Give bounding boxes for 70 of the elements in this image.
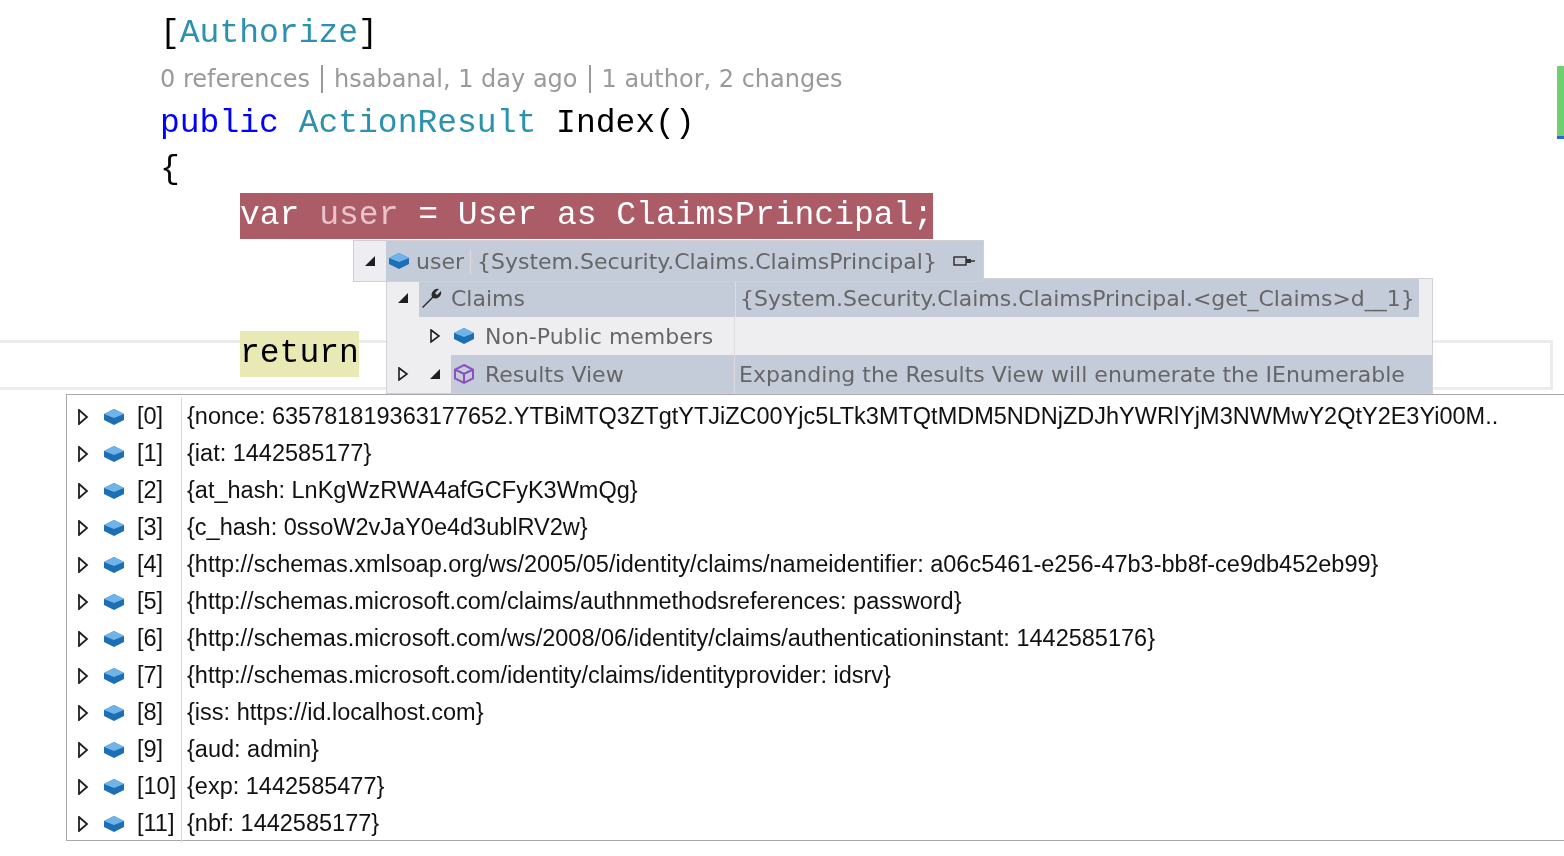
object-icon <box>103 555 125 574</box>
collapsed-arrow-icon[interactable] <box>77 704 89 721</box>
item-index: [7] <box>137 657 182 694</box>
item-value: {http://schemas.microsoft.com/ws/2008/06/identity/claims/authenticationinstant: 1442585176} <box>187 625 1155 652</box>
property-value: {System.Security.Claims.ClaimsPrincipal.<get_Claims>d__1} <box>739 285 1415 311</box>
expanded-arrow-icon[interactable] <box>429 367 441 381</box>
item-index: [5] <box>137 583 182 620</box>
item-value: {exp: 1442585477} <box>187 773 385 800</box>
item-index: [8] <box>137 694 182 731</box>
collapsed-arrow-icon[interactable] <box>77 667 89 684</box>
object-icon <box>103 814 125 833</box>
variable-value: {System.Security.Claims.ClaimsPrincipal} <box>470 248 937 274</box>
collapsed-arrow-icon[interactable] <box>77 778 89 795</box>
item-value: {iss: https://id.localhost.com} <box>187 699 484 726</box>
object-icon <box>103 703 125 722</box>
collapsed-arrow-icon[interactable] <box>77 815 89 832</box>
item-value: {nonce: 635781819363177652.YTBiMTQ3ZTgtYTJiZC00Yjc5LTk3MTQtMDM5NDNjZDJhYWRlYjM3NWMwY2QtY2E3Yi00M.. <box>187 403 1499 430</box>
collapsed-arrow-icon[interactable] <box>429 329 441 343</box>
code-line: [Authorize] <box>160 14 378 54</box>
item-value: {http://schemas.microsoft.com/claims/authnmethodsreferences: password} <box>187 588 962 615</box>
object-icon <box>103 481 125 500</box>
item-index: [3] <box>137 509 182 546</box>
pin-icon[interactable] <box>952 254 975 268</box>
member-name: Results View <box>485 361 624 387</box>
codelens-link[interactable]: 1 author, 2 changes <box>601 57 843 101</box>
collapsed-arrow-icon[interactable] <box>77 445 89 462</box>
item-value: {aud: admin} <box>187 736 319 763</box>
object-icon <box>103 740 125 759</box>
object-icon <box>103 518 125 537</box>
collapsed-arrow-icon[interactable] <box>397 367 409 381</box>
code-line: { <box>160 150 180 190</box>
item-value: {http://schemas.microsoft.com/identity/claims/identityprovider: idsrv} <box>187 662 891 689</box>
item-index: [9] <box>137 731 182 768</box>
object-icon <box>388 252 410 270</box>
item-value: {http://schemas.xmlsoap.org/ws/2005/05/identity/claims/nameidentifier: a06c5461-e256-47b3-bb8f-ce9db452eb99} <box>187 551 1379 578</box>
member-value: Expanding the Results View will enumerate the IEnumerable <box>738 361 1405 387</box>
expanded-arrow-icon[interactable] <box>397 292 409 304</box>
collapsed-arrow-icon[interactable] <box>77 408 89 425</box>
object-icon <box>103 592 125 611</box>
item-index: [2] <box>137 472 182 509</box>
item-value: {iat: 1442585177} <box>187 440 372 467</box>
collapsed-arrow-icon[interactable] <box>77 630 89 647</box>
item-value: {nbf: 1442585177} <box>187 810 380 837</box>
item-index: [1] <box>137 435 182 472</box>
object-icon <box>103 629 125 648</box>
collapsed-arrow-icon[interactable] <box>77 556 89 573</box>
item-index: [4] <box>137 546 182 583</box>
property-name: Claims <box>451 285 525 311</box>
codelens-link[interactable]: hsabanal, 1 day ago <box>334 57 578 101</box>
item-value: {c_hash: 0ssoW2vJaY0e4d3ublRV2w} <box>187 514 588 541</box>
object-icon <box>103 407 125 426</box>
variable-name: user <box>416 248 464 274</box>
item-index: [6] <box>137 620 182 657</box>
object-icon <box>103 777 125 796</box>
object-icon <box>453 327 475 345</box>
collapsed-arrow-icon[interactable] <box>77 519 89 536</box>
item-index: [11] <box>137 805 182 842</box>
item-index: [10] <box>137 768 182 805</box>
collapsed-arrow-icon[interactable] <box>77 741 89 758</box>
code-line: public ActionResult Index() <box>160 104 695 144</box>
codelens-link[interactable]: 0 references <box>160 57 310 101</box>
item-value: {at_hash: LnKgWzRWA4afGCFyK3WmQg} <box>187 477 638 504</box>
object-icon <box>103 444 125 463</box>
member-name: Non-Public members <box>485 323 714 349</box>
item-index: [0] <box>137 398 182 435</box>
collapsed-arrow-icon[interactable] <box>77 593 89 610</box>
object-icon <box>103 666 125 685</box>
cube-icon <box>453 363 475 385</box>
collapsed-arrow-icon[interactable] <box>77 482 89 499</box>
expanded-arrow-icon[interactable] <box>364 255 376 267</box>
